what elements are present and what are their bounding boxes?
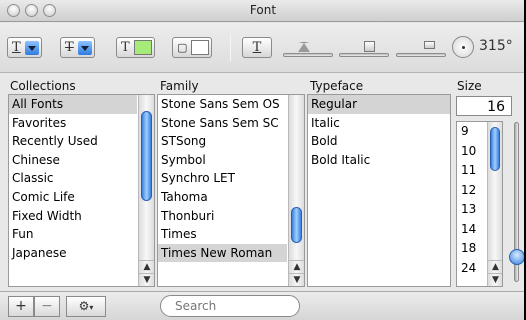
text-color-swatch	[133, 40, 152, 55]
typeface-item[interactable]: Italic	[308, 114, 450, 133]
strikethrough-popup-button[interactable]: T	[60, 37, 95, 58]
size-item[interactable]: 18	[457, 239, 486, 259]
typeface-list[interactable]: Regular Italic Bold Bold Italic	[307, 94, 451, 287]
size-item[interactable]: 14	[457, 220, 486, 240]
shadow-opacity-knob[interactable]	[298, 42, 310, 52]
size-item[interactable]: 12	[457, 181, 486, 201]
collection-item[interactable]: Fixed Width	[9, 207, 137, 226]
size-item[interactable]: 13	[457, 200, 486, 220]
toolbar-divider	[230, 35, 231, 61]
text-color-icon: T	[121, 40, 130, 55]
document-icon: ▢	[177, 41, 188, 54]
remove-collection-button[interactable]: −	[34, 296, 60, 317]
typeface-item[interactable]: Bold	[308, 132, 450, 151]
collection-item[interactable]: Fun	[9, 225, 137, 244]
collections-scrollbar[interactable]: ▲ ▼	[138, 95, 154, 286]
shadow-angle-value: 315°	[479, 38, 513, 54]
collection-item[interactable]: Comic Life	[9, 188, 137, 207]
family-item[interactable]: Times	[158, 225, 287, 244]
size-item[interactable]: 9	[457, 122, 486, 142]
shadow-blur-slider[interactable]	[339, 53, 389, 57]
collection-item[interactable]: Recently Used	[9, 132, 137, 151]
collection-item[interactable]: Favorites	[9, 114, 137, 133]
chevron-down-icon	[77, 40, 92, 55]
size-scrollbar[interactable]: ▲ ▼	[487, 122, 502, 286]
family-item[interactable]: Stone Sans Sem OS	[158, 95, 287, 114]
toolbar: T T T ▢ T 315°	[0, 23, 526, 73]
family-scroll-thumb[interactable]	[291, 207, 302, 243]
underline-icon: T	[12, 40, 21, 55]
size-item[interactable]: 24	[457, 259, 486, 279]
gear-icon: ⚙	[78, 299, 90, 313]
bottom-bar: + − ⚙▾	[0, 291, 526, 320]
text-shadow-icon: T	[252, 40, 262, 55]
size-header: Size	[457, 79, 482, 93]
document-color-button[interactable]: ▢	[172, 37, 213, 58]
shadow-offset-slider[interactable]	[396, 53, 446, 57]
scroll-down-icon[interactable]: ▼	[289, 273, 304, 286]
collection-item[interactable]: Chinese	[9, 151, 137, 170]
typeface-item[interactable]: Regular	[308, 95, 450, 114]
family-list[interactable]: Stone Sans Sem OS Stone Sans Sem SC STSong…	[157, 94, 305, 287]
collections-scroll-thumb[interactable]	[141, 111, 152, 201]
text-shadow-button[interactable]: T	[242, 37, 272, 58]
family-item[interactable]: Tahoma	[158, 188, 287, 207]
chevron-down-icon	[24, 40, 39, 55]
collections-header: Collections	[10, 79, 76, 93]
family-scrollbar[interactable]: ▲ ▼	[288, 95, 304, 286]
scroll-up-icon[interactable]: ▲	[139, 260, 154, 273]
action-menu-button[interactable]: ⚙▾	[66, 296, 106, 317]
family-item[interactable]: Stone Sans Sem SC	[158, 114, 287, 133]
shadow-offset-knob[interactable]	[424, 41, 435, 49]
size-list[interactable]: 9 10 11 12 13 14 18 24 ▲ ▼	[456, 121, 503, 287]
size-field[interactable]: 16	[456, 96, 512, 116]
size-slider-knob[interactable]	[509, 249, 525, 265]
shadow-angle-dial[interactable]	[452, 36, 474, 58]
font-panel-window: Font T T T ▢ T 315° Collections Family T…	[0, 0, 526, 320]
scroll-down-icon[interactable]: ▼	[139, 273, 154, 286]
collection-item[interactable]: All Fonts	[9, 95, 137, 114]
collection-item[interactable]: Classic	[9, 169, 137, 188]
shadow-opacity-slider[interactable]	[283, 53, 333, 57]
typeface-item[interactable]: Bold Italic	[308, 151, 450, 170]
window-title: Font	[249, 3, 277, 17]
size-scroll-thumb[interactable]	[490, 127, 500, 171]
family-item[interactable]: Synchro LET	[158, 169, 287, 188]
underline-popup-button[interactable]: T	[7, 37, 42, 58]
collections-list[interactable]: All Fonts Favorites Recently Used Chinese Cl…	[8, 94, 155, 287]
family-header: Family	[160, 79, 199, 93]
family-item[interactable]: Times New Roman	[158, 243, 287, 263]
family-item[interactable]: STSong	[158, 132, 287, 151]
size-item[interactable]: 10	[457, 142, 486, 162]
family-item[interactable]: Symbol	[158, 151, 287, 170]
document-color-swatch	[191, 40, 210, 55]
text-color-button[interactable]: T	[116, 37, 155, 58]
size-item[interactable]: 11	[457, 161, 486, 181]
scroll-up-icon[interactable]: ▲	[488, 260, 502, 273]
family-item[interactable]: Thonburi	[158, 207, 287, 226]
shadow-blur-knob[interactable]	[364, 41, 375, 52]
scroll-up-icon[interactable]: ▲	[289, 260, 304, 273]
strikethrough-icon: T	[65, 40, 74, 55]
scroll-down-icon[interactable]: ▼	[488, 273, 502, 286]
typeface-header: Typeface	[310, 79, 364, 93]
add-collection-button[interactable]: +	[8, 296, 34, 317]
title-bar[interactable]: Font	[0, 0, 526, 22]
collection-item[interactable]: Japanese	[9, 244, 137, 263]
search-input[interactable]	[160, 295, 300, 317]
chevron-down-icon: ▾	[89, 303, 94, 312]
